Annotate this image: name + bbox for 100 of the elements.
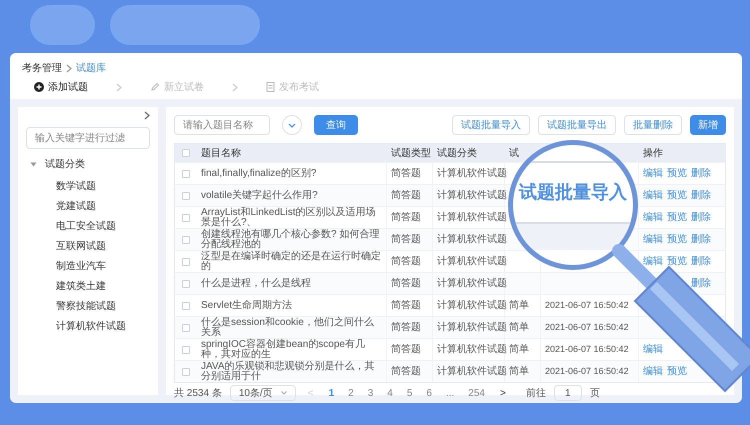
- chevron-right-icon: [116, 82, 122, 92]
- table-cell-text: ArrayList和LinkedList的区别以及适用场景是什么?、: [201, 208, 376, 228]
- table-cell-text: 简答题: [391, 343, 421, 357]
- table-cell-text: 简答题: [391, 189, 421, 203]
- table-cell-text: 计算机软件试题: [437, 210, 507, 225]
- edit-link[interactable]: 编辑: [643, 254, 663, 269]
- table-cell-text: 简答题: [391, 233, 421, 247]
- table-cell-text: 计算机软件试题: [437, 342, 507, 357]
- delete-link[interactable]: 删除: [691, 232, 711, 247]
- tree-item[interactable]: 电工安全试题: [56, 218, 116, 234]
- table-cell: Servlet生命周期方法: [201, 300, 292, 310]
- delete-link[interactable]: 删除: [691, 276, 711, 291]
- column-header: 试: [509, 146, 519, 160]
- tree-item[interactable]: 党建试题: [56, 198, 96, 214]
- goto-label: 前往: [526, 386, 546, 400]
- page-number[interactable]: 2: [345, 386, 357, 400]
- table-cell-text: 简答题: [391, 277, 421, 291]
- preview-link[interactable]: 预览: [667, 210, 687, 225]
- checkbox[interactable]: [182, 258, 190, 266]
- step-label[interactable]: 添加试题: [48, 80, 88, 94]
- table-cell-text: 简单: [509, 364, 529, 379]
- page-number[interactable]: 1: [326, 386, 338, 400]
- table-cell-text: 简答题: [391, 321, 421, 335]
- delete-link[interactable]: 删除: [691, 210, 711, 225]
- document-icon: [266, 82, 275, 92]
- filter-field[interactable]: 输入关键字进行过滤: [26, 127, 150, 149]
- breadcrumb-link[interactable]: 试题库: [76, 60, 106, 76]
- delete-link[interactable]: 删除: [691, 166, 711, 181]
- table-cell-text: 创建线程池有哪几个核心参数? 如何合理分配线程池的: [201, 230, 380, 250]
- page-number[interactable]: 5: [404, 386, 416, 400]
- toolbar-button[interactable]: 试题批量导入: [452, 115, 530, 135]
- edit-link[interactable]: 编辑: [643, 364, 663, 379]
- query-button[interactable]: 查询: [314, 115, 358, 135]
- table-cell: volatile关键字起什么作用?: [201, 190, 318, 200]
- page-number[interactable]: 4: [384, 386, 396, 400]
- table-cell-text: 计算机软件试题: [437, 166, 507, 181]
- magnified-label: 试题批量导入: [519, 180, 627, 204]
- preview-link[interactable]: 预览: [667, 364, 687, 379]
- preview-link[interactable]: 预览: [667, 166, 687, 181]
- tree-item[interactable]: 计算机软件试题: [56, 318, 126, 334]
- edit-link[interactable]: 编辑: [643, 210, 663, 225]
- page-size-select[interactable]: 10条/页: [230, 385, 296, 401]
- table-cell-text: 简答题: [391, 365, 421, 379]
- table-cell-text: 计算机软件试题: [437, 188, 507, 203]
- delete-link[interactable]: 删除: [691, 254, 711, 269]
- page-input[interactable]: 1: [554, 385, 582, 401]
- checkbox[interactable]: [182, 192, 190, 200]
- tree-item[interactable]: 制造业汽车: [56, 258, 106, 274]
- page-number[interactable]: 254: [465, 386, 488, 400]
- tree-item[interactable]: 建筑类土建: [56, 278, 106, 294]
- edit-link[interactable]: 编辑: [643, 166, 663, 181]
- add-button[interactable]: 新增: [690, 115, 726, 135]
- tree-item[interactable]: 警察技能试题: [56, 298, 116, 314]
- toolbar-button[interactable]: 批量删除: [624, 115, 682, 135]
- checkbox[interactable]: [182, 302, 190, 310]
- table-cell-text: 计算机软件试题: [437, 364, 507, 379]
- table-cell-text: 2021-06-07 16:50:42: [545, 320, 629, 334]
- page-number[interactable]: 3: [364, 386, 376, 400]
- delete-link[interactable]: 删除: [691, 188, 711, 203]
- column-header: 试题分类: [437, 146, 477, 160]
- next-page-button[interactable]: >: [496, 386, 510, 400]
- chevron-right-icon: [144, 111, 150, 120]
- page-number[interactable]: ...: [442, 386, 458, 400]
- toolbar-button[interactable]: 试题批量导出: [538, 115, 616, 135]
- edit-link[interactable]: 编辑: [643, 342, 663, 357]
- step-label[interactable]: 发布考试: [279, 80, 319, 94]
- table-cell-text: 简答题: [391, 255, 421, 269]
- checkbox[interactable]: [182, 280, 190, 288]
- table-cell-text: 计算机软件试题: [437, 276, 507, 291]
- preview-link[interactable]: 预览: [667, 188, 687, 203]
- tree-item[interactable]: 数学试题: [56, 178, 96, 194]
- table-cell-text: 计算机软件试题: [437, 320, 507, 335]
- tree-item[interactable]: 试题分类: [45, 157, 85, 172]
- checkbox[interactable]: [182, 149, 190, 157]
- preview-link[interactable]: 预览: [667, 254, 687, 269]
- goto-suffix: 页: [590, 386, 600, 400]
- edit-link[interactable]: 编辑: [643, 188, 663, 203]
- chevron-right-icon: [232, 82, 238, 92]
- search-field[interactable]: 请输入题目名称: [174, 115, 270, 135]
- checkbox[interactable]: [182, 236, 190, 244]
- checkbox[interactable]: [182, 368, 190, 376]
- caret-icon[interactable]: [30, 161, 37, 168]
- preview-link[interactable]: 预览: [667, 232, 687, 247]
- dropdown-button[interactable]: [282, 115, 302, 135]
- tree-item[interactable]: 互联网试题: [56, 238, 106, 254]
- checkbox[interactable]: [182, 214, 190, 222]
- page-number[interactable]: 6: [423, 386, 435, 400]
- breadcrumb-link[interactable]: 考务管理: [22, 60, 62, 76]
- table-cell-text: 简单: [509, 320, 529, 335]
- column-header: 题目名称: [201, 146, 241, 160]
- checkbox[interactable]: [182, 346, 190, 354]
- background-decoration: [30, 5, 95, 45]
- table-cell-text: 简答题: [391, 167, 421, 181]
- checkbox[interactable]: [182, 324, 190, 332]
- step-label[interactable]: 新立试卷: [164, 80, 204, 94]
- pencil-icon: [150, 82, 160, 92]
- checkbox[interactable]: [182, 170, 190, 178]
- edit-link[interactable]: 编辑: [643, 232, 663, 247]
- table-cell-text: 简答题: [391, 299, 421, 313]
- table-cell-text: 简单: [509, 298, 529, 313]
